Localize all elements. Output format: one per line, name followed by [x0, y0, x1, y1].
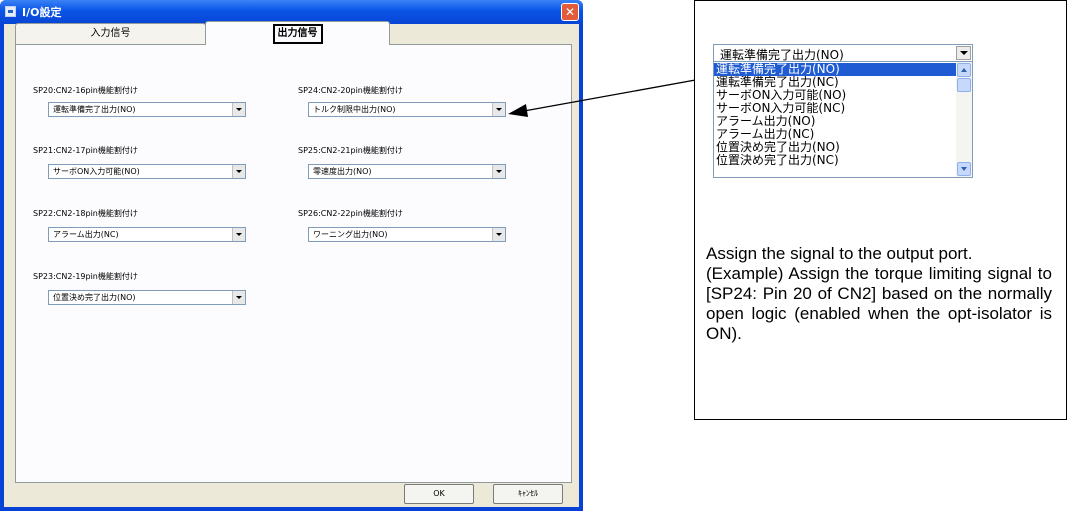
list-item[interactable]: アラーム出力(NO): [714, 115, 956, 128]
tab-output-signal-label: 出力信号: [272, 24, 323, 44]
list-item[interactable]: 運転準備完了出力(NC): [714, 76, 956, 89]
tab-output-signal[interactable]: 出力信号: [205, 21, 390, 45]
dropdown-list[interactable]: 運転準備完了出力(NO) 運転準備完了出力(NC) サーボON入力可能(NO) …: [713, 61, 973, 178]
scroll-down-icon[interactable]: [957, 162, 971, 176]
list-item[interactable]: サーボON入力可能(NO): [714, 89, 956, 102]
list-item[interactable]: サーボON入力可能(NC): [714, 102, 956, 115]
chevron-down-icon[interactable]: [956, 46, 971, 60]
description-line-2: (Example) Assign the torque limiting sig…: [706, 264, 1052, 343]
zoomed-output-select[interactable]: 運転準備完了出力(NO): [713, 44, 973, 62]
list-item[interactable]: 位置決め完了出力(NC): [714, 154, 956, 167]
scroll-thumb[interactable]: [957, 78, 971, 92]
description-line-1: Assign the signal to the output port.: [706, 244, 973, 263]
callout-description: Assign the signal to the output port. (E…: [706, 244, 1052, 344]
scroll-up-icon[interactable]: [957, 63, 971, 77]
list-item[interactable]: アラーム出力(NC): [714, 128, 956, 141]
vertical-scrollbar[interactable]: [956, 62, 972, 177]
list-item[interactable]: 運転準備完了出力(NO): [714, 63, 956, 76]
list-item[interactable]: 位置決め完了出力(NO): [714, 141, 956, 154]
